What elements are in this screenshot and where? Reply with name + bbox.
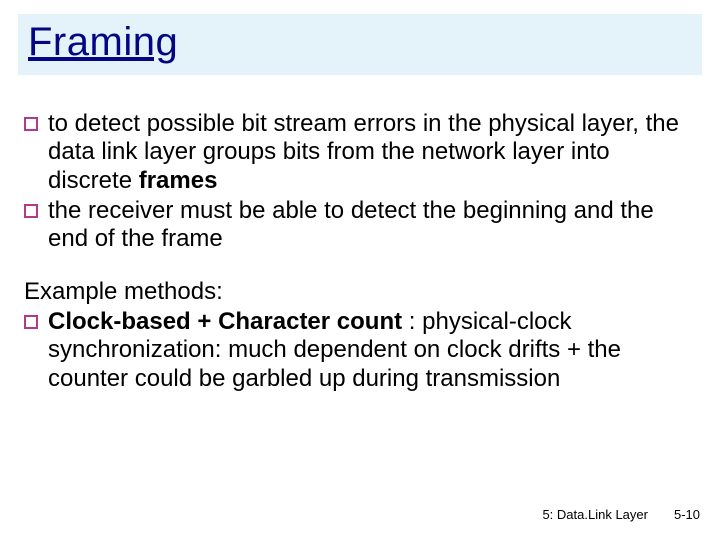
bullet-text: Clock-based + Character count : physical… — [48, 308, 696, 393]
bullet-bold: frames — [139, 167, 218, 194]
slide-title: Framing — [28, 20, 692, 65]
example-bold: Clock-based + Character count — [48, 308, 402, 335]
square-bullet-icon — [24, 117, 38, 131]
bullet-text: the receiver must be able to detect the … — [48, 197, 696, 254]
bullet-item: the receiver must be able to detect the … — [24, 197, 696, 254]
slide-footer: 5: Data.Link Layer 5-10 — [542, 507, 700, 522]
slide: Framing to detect possible bit stream er… — [0, 0, 720, 540]
example-heading: Example methods: — [24, 278, 696, 306]
title-bar: Framing — [18, 14, 702, 75]
slide-body: to detect possible bit stream errors in … — [24, 110, 696, 395]
bullet-pre: the receiver must be able to detect the … — [48, 197, 654, 252]
footer-page: 5-10 — [674, 507, 700, 522]
bullet-item: to detect possible bit stream errors in … — [24, 110, 696, 195]
square-bullet-icon — [24, 315, 38, 329]
bullet-text: to detect possible bit stream errors in … — [48, 110, 696, 195]
footer-section: 5: Data.Link Layer — [542, 507, 648, 522]
spacer — [24, 256, 696, 278]
bullet-item: Clock-based + Character count : physical… — [24, 308, 696, 393]
example-sep: : — [402, 308, 422, 335]
square-bullet-icon — [24, 204, 38, 218]
